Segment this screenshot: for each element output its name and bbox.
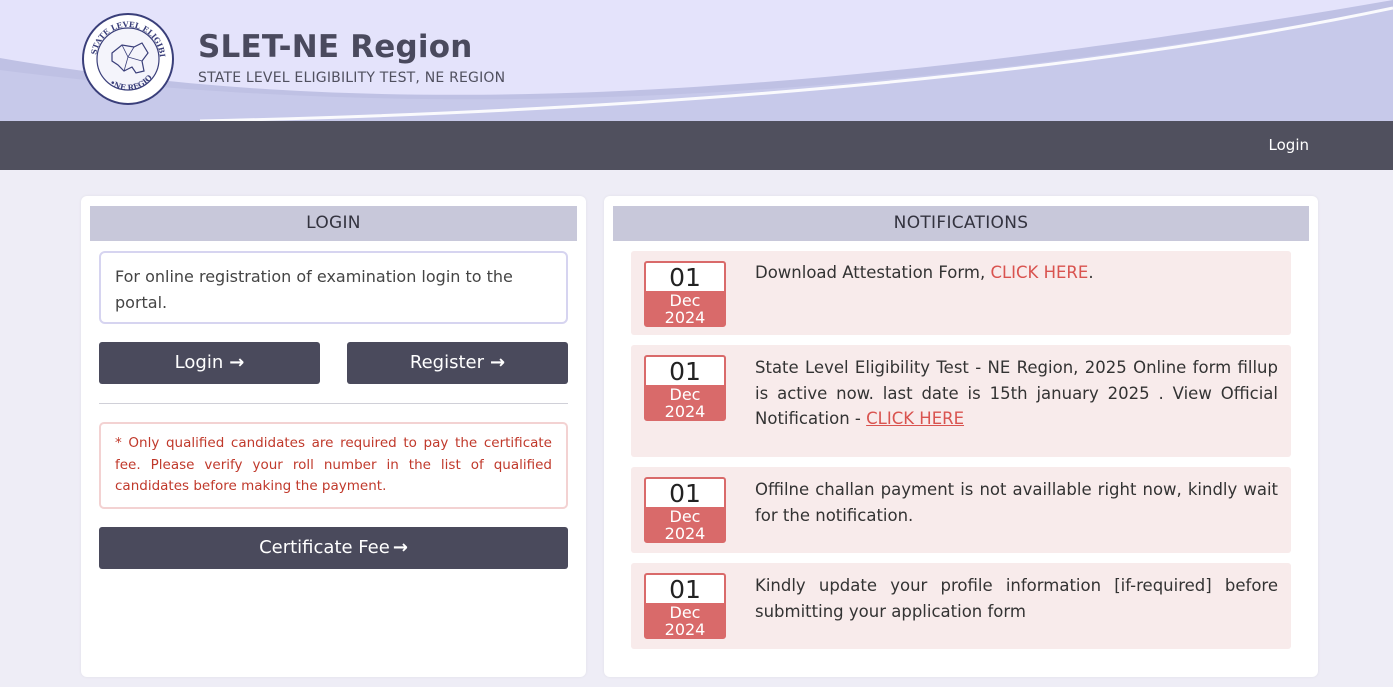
notification-message: Offilne challan payment is not availlabl… — [755, 480, 1278, 525]
date-day: 01 — [646, 357, 724, 386]
certificate-warning-text: * Only qualified candidates are required… — [115, 435, 552, 494]
register-button-label: Register — [409, 352, 484, 373]
date-year: 2024 — [664, 524, 706, 543]
section-divider — [99, 403, 568, 404]
notification-message: State Level Eligibility Test - NE Region… — [755, 358, 1278, 428]
arrow-right-icon: → — [229, 352, 245, 373]
date-badge: 01 Dec 2024 — [644, 573, 726, 639]
date-month: Dec — [669, 385, 701, 404]
notification-item: 01 Dec 2024 Download Attestation Form, C… — [631, 251, 1291, 335]
date-month: Dec — [669, 291, 701, 310]
date-year: 2024 — [664, 620, 706, 639]
site-subtitle: STATE LEVEL ELIGIBILITY TEST, NE REGION — [198, 70, 506, 86]
notification-text: Kindly update your profile information [… — [755, 573, 1278, 624]
login-panel: LOGIN For online registration of examina… — [81, 196, 586, 677]
top-navbar: Login — [0, 121, 1393, 170]
notification-item: 01 Dec 2024 Offilne challan payment is n… — [631, 467, 1291, 553]
site-header: STATE LEVEL ELIGIBILITY TEST •NE REGION•… — [0, 0, 1393, 121]
notifications-panel-heading: NOTIFICATIONS — [613, 206, 1309, 241]
certificate-warning-box: * Only qualified candidates are required… — [99, 422, 568, 509]
notification-text: State Level Eligibility Test - NE Region… — [755, 355, 1278, 432]
date-badge: 01 Dec 2024 — [644, 355, 726, 421]
certificate-fee-button[interactable]: Certificate Fee → — [99, 527, 568, 569]
registration-info-text: For online registration of examination l… — [115, 267, 513, 312]
notification-message: Download Attestation Form, — [755, 263, 991, 282]
date-day: 01 — [646, 263, 724, 292]
login-panel-heading: LOGIN — [90, 206, 577, 241]
date-year: 2024 — [664, 308, 706, 327]
date-month: Dec — [669, 507, 701, 526]
certificate-fee-button-label: Certificate Fee — [259, 537, 390, 558]
date-year: 2024 — [664, 402, 706, 421]
official-notification-link[interactable]: CLICK HERE — [866, 409, 964, 428]
nav-login-link[interactable]: Login — [1269, 136, 1309, 154]
notification-suffix: . — [1088, 263, 1094, 282]
login-button[interactable]: Login → — [99, 342, 320, 384]
date-month: Dec — [669, 603, 701, 622]
notification-item: 01 Dec 2024 State Level Eligibility Test… — [631, 345, 1291, 457]
date-badge: 01 Dec 2024 — [644, 477, 726, 543]
date-badge: 01 Dec 2024 — [644, 261, 726, 327]
site-title: SLET-NE Region — [198, 29, 473, 65]
register-button[interactable]: Register → — [347, 342, 568, 384]
notification-message: Kindly update your profile information [… — [755, 576, 1278, 621]
date-day: 01 — [646, 479, 724, 508]
notifications-panel: NOTIFICATIONS 01 Dec 2024 Download Attes… — [604, 196, 1318, 677]
notification-text: Offilne challan payment is not availlabl… — [755, 477, 1278, 528]
attestation-form-link[interactable]: CLICK HERE — [990, 263, 1088, 282]
notification-text: Download Attestation Form, CLICK HERE. — [755, 260, 1278, 286]
seal-logo-icon: STATE LEVEL ELIGIBILITY TEST •NE REGION• — [78, 6, 174, 105]
notification-item: 01 Dec 2024 Kindly update your profile i… — [631, 563, 1291, 649]
arrow-right-icon: → — [392, 537, 408, 558]
login-button-label: Login — [174, 352, 224, 373]
date-day: 01 — [646, 575, 724, 604]
registration-info-box: For online registration of examination l… — [99, 251, 568, 324]
arrow-right-icon: → — [490, 352, 506, 373]
